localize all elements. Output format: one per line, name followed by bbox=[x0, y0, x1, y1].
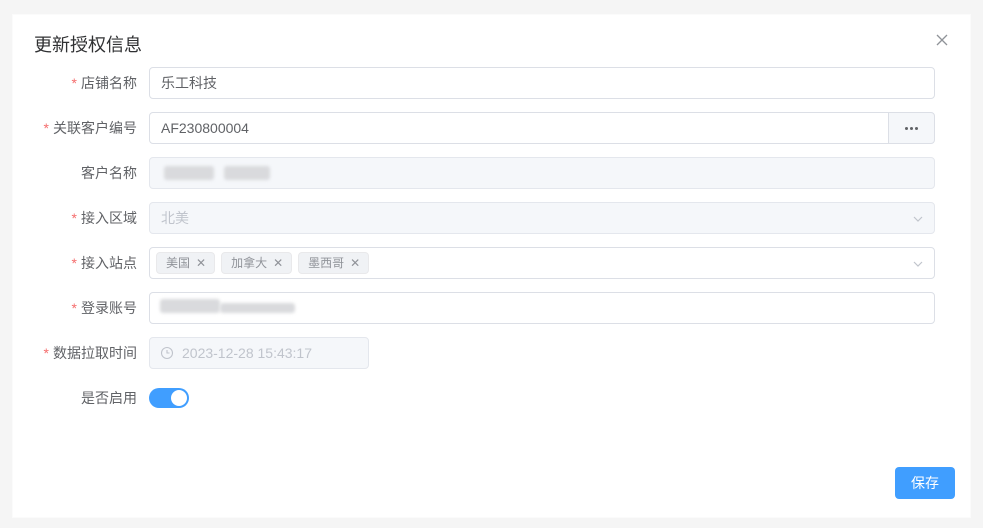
site-tag: 墨西哥 ✕ bbox=[298, 252, 370, 274]
redacted-text bbox=[220, 303, 295, 313]
clock-icon bbox=[160, 346, 174, 360]
chevron-down-icon bbox=[913, 216, 923, 222]
account-input[interactable] bbox=[149, 292, 935, 324]
toggle-knob bbox=[171, 390, 187, 406]
close-icon[interactable]: ✕ bbox=[273, 257, 283, 269]
region-row: * 接入区域 北美 bbox=[13, 202, 970, 234]
redacted-text bbox=[160, 299, 220, 313]
site-tag: 美国 ✕ bbox=[156, 252, 216, 274]
enabled-row: 是否启用 bbox=[13, 382, 970, 414]
region-select: 北美 bbox=[149, 202, 935, 234]
customer-no-label: * 关联客户编号 bbox=[43, 120, 137, 136]
pull-time-row: * 数据拉取时间 2023-12-28 15:43:17 bbox=[13, 337, 970, 369]
region-label: * 接入区域 bbox=[71, 210, 137, 226]
store-name-row: * 店铺名称 乐工科技 bbox=[13, 67, 970, 99]
sites-label: * 接入站点 bbox=[71, 255, 137, 271]
update-authorization-dialog: 更新授权信息 * 店铺名称 乐工科技 * 关联客户编号 AF230800004 客户… bbox=[13, 15, 970, 517]
pull-time-label: * 数据拉取时间 bbox=[43, 345, 137, 361]
redacted-text bbox=[224, 166, 270, 180]
dialog-title: 更新授权信息 bbox=[34, 35, 142, 55]
sites-select[interactable]: 美国 ✕ 加拿大 ✕ 墨西哥 ✕ bbox=[149, 247, 935, 279]
chevron-down-icon[interactable] bbox=[912, 258, 924, 270]
more-dots-button[interactable] bbox=[888, 112, 935, 144]
store-name-input[interactable]: 乐工科技 bbox=[149, 67, 935, 99]
customer-name-label: 客户名称 bbox=[81, 165, 137, 181]
close-icon[interactable] bbox=[931, 29, 953, 51]
enabled-label: 是否启用 bbox=[81, 390, 137, 406]
redacted-text bbox=[164, 166, 214, 180]
enabled-toggle[interactable] bbox=[149, 388, 189, 408]
pull-time-picker: 2023-12-28 15:43:17 bbox=[149, 337, 369, 369]
customer-no-input[interactable]: AF230800004 bbox=[149, 112, 889, 144]
site-tag: 加拿大 ✕ bbox=[221, 252, 293, 274]
customer-name-input bbox=[149, 157, 935, 189]
account-label: * 登录账号 bbox=[71, 300, 137, 316]
store-name-label: * 店铺名称 bbox=[71, 75, 137, 91]
close-icon[interactable]: ✕ bbox=[350, 257, 360, 269]
save-button[interactable]: 保存 bbox=[895, 467, 955, 499]
account-row: * 登录账号 bbox=[13, 292, 970, 324]
sites-row: * 接入站点 美国 ✕ 加拿大 ✕ 墨西哥 ✕ bbox=[13, 247, 970, 279]
region-value: 北美 bbox=[161, 210, 189, 226]
close-icon[interactable]: ✕ bbox=[196, 257, 206, 269]
pull-time-value: 2023-12-28 15:43:17 bbox=[182, 345, 312, 361]
customer-no-row: * 关联客户编号 AF230800004 bbox=[13, 112, 970, 144]
customer-name-row: 客户名称 bbox=[13, 157, 970, 189]
